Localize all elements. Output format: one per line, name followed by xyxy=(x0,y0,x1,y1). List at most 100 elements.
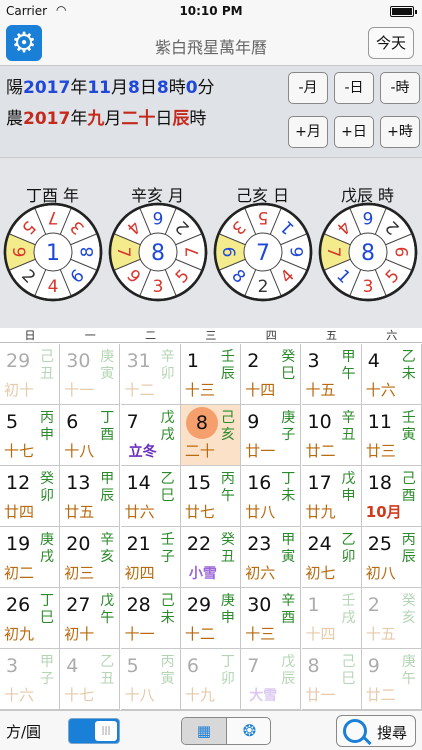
lunar-day-label: 廿一 xyxy=(245,442,276,460)
day-number: 16 xyxy=(247,472,272,494)
calendar-day[interactable]: 7 戊辰 大雪 xyxy=(241,649,302,710)
lunar-day-label: 初十 xyxy=(64,625,95,643)
switch-grip-icon: ||| xyxy=(95,721,117,741)
ganzhi-label: 甲寅 xyxy=(281,532,296,565)
calendar-day[interactable]: 16 丁未 廿八 xyxy=(241,466,302,527)
calendar-day[interactable]: 2 癸亥 十五 xyxy=(361,588,422,649)
today-button[interactable]: 今天 xyxy=(368,27,414,59)
ring-star-number: 3 xyxy=(153,277,164,297)
calendar-day[interactable]: 17 戊申 廿九 xyxy=(301,466,362,527)
calendar-day[interactable]: 18 己酉 10月 xyxy=(361,466,422,527)
calendar-day[interactable]: 20 辛亥 初三 xyxy=(60,527,121,588)
lunar-day-label: 十六 xyxy=(4,686,35,704)
day-number: 9 xyxy=(367,655,380,677)
day-number: 5 xyxy=(6,411,19,433)
calendar-day[interactable]: 9 庚午 廿二 xyxy=(361,649,422,710)
ganzhi-label: 丙辰 xyxy=(401,532,416,565)
ganzhi-label: 辛亥 xyxy=(100,532,115,565)
wheel-icon[interactable]: ❂ xyxy=(227,718,270,744)
ring-star-number: 3 xyxy=(363,277,374,297)
weekday-label: 三 xyxy=(205,329,217,342)
calendar-day[interactable]: 3 甲午 十五 xyxy=(301,344,362,405)
ring-star-number: 7 xyxy=(113,247,133,258)
day-number: 6 xyxy=(66,411,79,433)
calendar-day[interactable]: 29 庚申 十二 xyxy=(180,588,241,649)
day-number: 19 xyxy=(6,533,31,555)
calendar-day[interactable]: 6 丁酉 十八 xyxy=(60,405,121,466)
solar-hour: 8 xyxy=(156,78,169,98)
calendar-day[interactable]: 21 壬子 初四 xyxy=(120,527,181,588)
calendar-day[interactable]: 25 丙辰 初八 xyxy=(361,527,422,588)
ganzhi-label: 甲辰 xyxy=(100,471,115,504)
minus-day-button[interactable]: -日 xyxy=(334,72,374,104)
shape-toggle-switch[interactable]: ||| xyxy=(68,718,120,744)
month-star-wheel[interactable]: 874 6 27539 xyxy=(108,202,208,302)
ganzhi-label: 丁酉 xyxy=(100,410,115,443)
calendar-day[interactable]: 5 丙寅 十八 xyxy=(120,649,181,710)
day-number: 14 xyxy=(126,472,151,494)
lunar-month: 九 xyxy=(87,109,105,129)
calendar-day[interactable]: 28 己未 十一 xyxy=(120,588,181,649)
calendar-day[interactable]: 3 甲子 十六 xyxy=(0,649,60,710)
ganzhi-label: 甲午 xyxy=(341,349,356,382)
ganzhi-label: 庚申 xyxy=(220,593,235,626)
calendar-day[interactable]: 5 丙申 十七 xyxy=(0,405,60,466)
weekday-label: 六 xyxy=(386,329,398,342)
calendar-day[interactable]: 7 戊戌 立冬 xyxy=(120,405,181,466)
calendar-day[interactable]: 11 壬寅 廿三 xyxy=(361,405,422,466)
calendar-icon[interactable]: ▦ xyxy=(182,718,227,744)
solar-minute: 0 xyxy=(185,78,198,98)
calendar-day[interactable]: 12 癸卯 廿四 xyxy=(0,466,60,527)
calendar-day[interactable]: 19 庚戌 初二 xyxy=(0,527,60,588)
day-star-wheel[interactable]: 763 5 16428 xyxy=(213,202,313,302)
lunar-hour-branch: 辰 xyxy=(172,109,190,129)
plus-hour-button[interactable]: +時 xyxy=(380,116,420,148)
calendar-day[interactable]: 10 辛丑 廿二 xyxy=(301,405,362,466)
calendar-day[interactable]: 15 丙午 廿七 xyxy=(180,466,241,527)
calendar-day[interactable]: 6 丁卯 十九 xyxy=(180,649,241,710)
calendar-day[interactable]: 27 戊午 初十 xyxy=(60,588,121,649)
calendar-day[interactable]: 1 壬辰 十三 xyxy=(180,344,241,405)
calendar-day[interactable]: 13 甲辰 廿五 xyxy=(60,466,121,527)
ganzhi-label: 癸巳 xyxy=(281,349,296,382)
calendar-day[interactable]: 4 乙未 十六 xyxy=(361,344,422,405)
lunar-day-label: 廿三 xyxy=(365,442,396,460)
calendar-day[interactable]: 26 丁巳 初九 xyxy=(0,588,60,649)
ganzhi-label: 己亥 xyxy=(220,410,235,443)
calendar-day[interactable]: 4 乙丑 十七 xyxy=(60,649,121,710)
calendar-day[interactable]: 30 庚寅 十一 xyxy=(60,344,121,405)
calendar-day[interactable]: 30 辛酉 十三 xyxy=(241,588,302,649)
ganzhi-label: 壬辰 xyxy=(220,349,235,382)
day-number: 12 xyxy=(6,472,31,494)
calendar-day[interactable]: 24 乙卯 初七 xyxy=(301,527,362,588)
calendar-day[interactable]: 8 己巳 廿一 xyxy=(301,649,362,710)
year-star-wheel[interactable]: 195 7 38642 xyxy=(3,202,103,302)
calendar-day[interactable]: 14 乙巳 廿六 xyxy=(120,466,181,527)
calendar-day[interactable]: 1 壬戌 十四 xyxy=(301,588,362,649)
calendar-day[interactable]: 23 甲寅 初六 xyxy=(241,527,302,588)
plus-day-button[interactable]: +日 xyxy=(334,116,374,148)
day-number: 30 xyxy=(66,350,91,372)
search-button[interactable]: 搜尋 xyxy=(336,715,416,747)
calendar-day[interactable]: 2 癸巳 十四 xyxy=(241,344,302,405)
calendar-day[interactable]: 29 己丑 初十 xyxy=(0,344,60,405)
plus-month-button[interactable]: +月 xyxy=(288,116,328,148)
weekday-header: 日一二三四五六 xyxy=(0,328,422,343)
calendar-day[interactable]: 22 癸丑 小雪 xyxy=(180,527,241,588)
calendar-day-selected[interactable]: 8 己亥 二十 xyxy=(180,405,241,466)
search-button-label: 搜尋 xyxy=(376,724,407,742)
calendar-day[interactable]: 31 辛卯 十二 xyxy=(120,344,181,405)
hour-star-wheel[interactable]: 874 6 29531 xyxy=(318,202,418,302)
ganzhi-label: 壬子 xyxy=(160,532,175,565)
ganzhi-label: 己丑 xyxy=(40,349,54,382)
solar-year-unit: 年 xyxy=(70,78,88,98)
ganzhi-label: 乙丑 xyxy=(100,654,115,687)
center-star-number: 7 xyxy=(256,241,270,266)
day-number: 2 xyxy=(247,350,260,372)
minus-hour-button[interactable]: -時 xyxy=(380,72,420,104)
minus-month-button[interactable]: -月 xyxy=(288,72,328,104)
calendar-day[interactable]: 9 庚子 廿一 xyxy=(241,405,302,466)
day-number: 29 xyxy=(6,350,31,372)
lunar-day-label: 廿五 xyxy=(64,503,95,521)
day-number: 30 xyxy=(247,594,272,616)
